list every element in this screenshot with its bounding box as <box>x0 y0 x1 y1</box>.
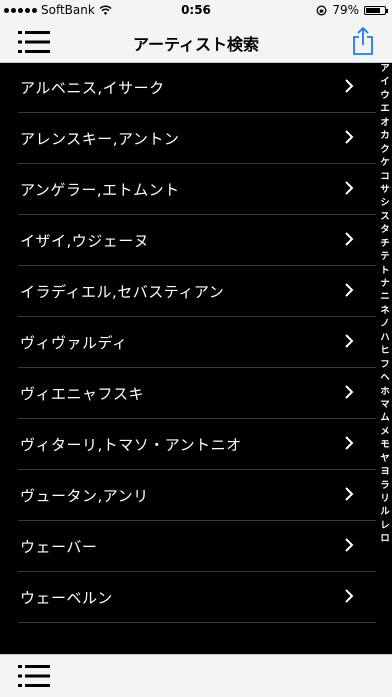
index-letter[interactable]: ク <box>380 144 389 154</box>
index-letter[interactable]: ハ <box>380 332 389 342</box>
index-letter[interactable]: リ <box>380 494 389 504</box>
status-bar: SoftBank 0:56 79% <box>0 0 392 20</box>
section-index[interactable]: アイウエオカクケコサシスタチテトナニネノハヒフヘホマムメモヤヨラリルレロ <box>378 64 392 544</box>
index-letter[interactable]: テ <box>380 252 389 262</box>
page-title: アーティスト検索 <box>132 35 260 54</box>
artist-name: アルベニス,イサーク <box>20 79 165 97</box>
artist-name: ウェーベルン <box>20 589 113 607</box>
artist-row[interactable]: イザイ,ウジェーヌ <box>0 215 376 266</box>
index-letter[interactable]: タ <box>380 225 389 235</box>
chevron-right-icon <box>345 385 354 399</box>
index-letter[interactable]: ヒ <box>380 346 389 356</box>
artist-name: ヴィエニャフスキ <box>20 385 145 403</box>
index-letter[interactable]: サ <box>380 185 389 195</box>
artist-row[interactable]: イラディエル,セバスティアン <box>0 266 376 317</box>
index-letter[interactable]: ト <box>380 265 389 275</box>
index-letter[interactable]: ウ <box>380 91 389 101</box>
index-letter[interactable]: ナ <box>380 279 389 289</box>
index-letter[interactable]: ラ <box>380 480 389 490</box>
index-letter[interactable]: レ <box>380 521 389 531</box>
share-icon[interactable] <box>352 26 374 56</box>
chevron-right-icon <box>345 283 354 297</box>
artist-name: ウェーバー <box>20 538 98 556</box>
index-letter[interactable]: ホ <box>380 386 389 396</box>
artist-row[interactable]: ウェーバー <box>0 521 376 572</box>
index-letter[interactable]: ヨ <box>380 467 389 477</box>
row-divider <box>18 622 376 623</box>
index-letter[interactable]: イ <box>380 77 389 87</box>
menu-list-icon[interactable] <box>18 664 50 688</box>
artist-name: イザイ,ウジェーヌ <box>20 232 150 250</box>
index-letter[interactable]: ヘ <box>380 373 389 383</box>
index-letter[interactable]: モ <box>380 440 389 450</box>
battery-icon <box>364 5 388 15</box>
index-letter[interactable]: マ <box>380 400 389 410</box>
battery-percent: 79% <box>332 3 359 17</box>
chevron-right-icon <box>345 232 354 246</box>
artist-row[interactable]: ウェーベルン <box>0 572 376 623</box>
chevron-right-icon <box>345 538 354 552</box>
artist-row[interactable]: アンゲラー,エトムント <box>0 164 376 215</box>
chevron-right-icon <box>345 589 354 603</box>
rotation-lock-icon <box>316 5 327 15</box>
index-letter[interactable]: ヤ <box>380 453 389 463</box>
index-letter[interactable]: チ <box>380 238 389 248</box>
index-letter[interactable]: ム <box>380 413 389 423</box>
index-letter[interactable]: ノ <box>380 319 389 329</box>
artist-name: ヴュータン,アンリ <box>20 487 149 505</box>
artist-row[interactable]: ヴィターリ,トマソ・アントニオ <box>0 419 376 470</box>
index-letter[interactable]: ス <box>380 212 389 222</box>
chevron-right-icon <box>345 487 354 501</box>
index-letter[interactable]: フ <box>380 359 389 369</box>
index-letter[interactable]: オ <box>380 117 389 127</box>
index-letter[interactable]: ニ <box>380 292 389 302</box>
chevron-right-icon <box>345 181 354 195</box>
artist-list: アルベニス,イサーク アレンスキー,アントン アンゲラー,エトムント イザイ,ウジェー… <box>0 62 376 623</box>
chevron-right-icon <box>345 436 354 450</box>
artist-row[interactable]: ヴュータン,アンリ <box>0 470 376 521</box>
index-letter[interactable]: カ <box>380 131 389 141</box>
artist-name: アレンスキー,アントン <box>20 130 180 148</box>
artist-name: アンゲラー,エトムント <box>20 181 180 199</box>
index-letter[interactable]: エ <box>380 104 389 114</box>
artist-name: イラディエル,セバスティアン <box>20 283 225 301</box>
index-letter[interactable]: ロ <box>380 534 389 544</box>
index-letter[interactable]: ア <box>380 64 389 74</box>
artist-row[interactable]: アルベニス,イサーク <box>0 62 376 113</box>
chevron-right-icon <box>345 334 354 348</box>
index-letter[interactable]: コ <box>380 171 389 181</box>
index-letter[interactable]: ネ <box>380 306 389 316</box>
artist-row[interactable]: アレンスキー,アントン <box>0 113 376 164</box>
artist-row[interactable]: ヴィヴァルディ <box>0 317 376 368</box>
navigation-bar: アーティスト検索 <box>0 20 392 63</box>
bottom-toolbar <box>0 654 392 697</box>
artist-name: ヴィヴァルディ <box>20 334 128 352</box>
artist-name: ヴィターリ,トマソ・アントニオ <box>20 436 242 454</box>
chevron-right-icon <box>345 130 354 144</box>
artist-row[interactable]: ヴィエニャフスキ <box>0 368 376 419</box>
index-letter[interactable]: ケ <box>380 158 389 168</box>
chevron-right-icon <box>345 79 354 93</box>
index-letter[interactable]: ル <box>380 507 389 517</box>
index-letter[interactable]: シ <box>380 198 389 208</box>
index-letter[interactable]: メ <box>380 427 389 437</box>
